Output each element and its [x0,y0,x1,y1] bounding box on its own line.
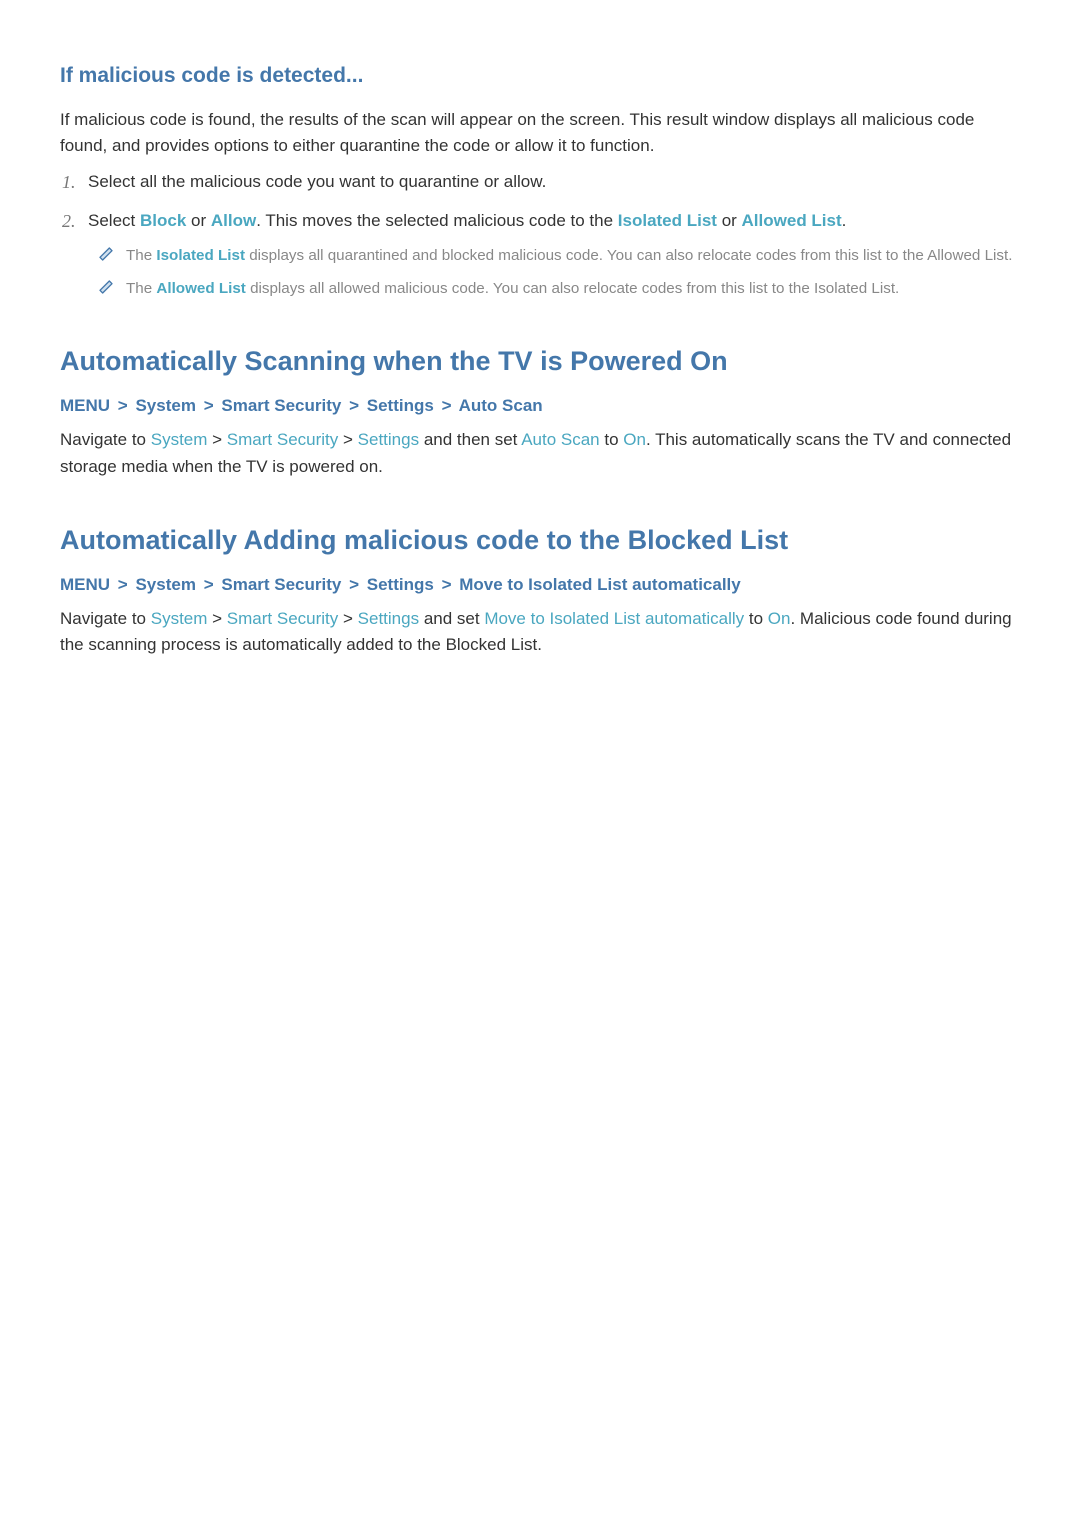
menu-path-term: Settings [358,609,419,628]
setting-term: Auto Scan [521,430,599,449]
text-fragment: > [338,609,357,628]
allowed-list-term: Allowed List [742,211,842,230]
notes-list: The Isolated List displays all quarantin… [88,244,1020,301]
text-fragment: The [126,247,156,264]
menu-path-term: Smart Security [227,609,338,628]
step-number: 1. [62,169,76,197]
breadcrumb-separator: > [118,396,128,415]
breadcrumb-item: MENU [60,396,110,415]
breadcrumb-separator: > [118,575,128,594]
breadcrumb-item: Settings [367,575,434,594]
value-term: On [623,430,646,449]
isolated-list-term: Isolated List [156,247,245,264]
menu-path-term: Settings [358,430,419,449]
breadcrumb-item: Smart Security [221,575,341,594]
breadcrumb-item: Settings [367,396,434,415]
step-text: Select Block or Allow. This moves the se… [88,211,846,230]
text-fragment: displays all allowed malicious code. You… [246,280,899,297]
text-fragment: and set [419,609,484,628]
steps-list: 1. Select all the malicious code you wan… [60,169,1020,301]
value-term: On [768,609,791,628]
breadcrumb-item: Move to Isolated List automatically [459,575,741,594]
breadcrumb-item: MENU [60,575,110,594]
text-fragment: displays all quarantined and blocked mal… [245,247,1012,264]
section1-intro: If malicious code is found, the results … [60,107,1020,160]
breadcrumb-item: Auto Scan [459,396,543,415]
block-term: Block [140,211,186,230]
allowed-list-term: Allowed List [156,280,245,297]
note-text: The Allowed List displays all allowed ma… [126,280,899,297]
breadcrumb-separator: > [349,396,359,415]
text-fragment: The [126,280,156,297]
menu-path-term: Smart Security [227,430,338,449]
breadcrumb: MENU > System > Smart Security > Setting… [60,572,1020,598]
breadcrumb-item: Smart Security [221,396,341,415]
menu-path-term: System [151,430,208,449]
breadcrumb-separator: > [204,396,214,415]
text-fragment: > [338,430,357,449]
text-fragment: Select [88,211,140,230]
allow-term: Allow [211,211,256,230]
setting-term: Move to Isolated List automatically [484,609,744,628]
text-fragment: or [717,211,742,230]
text-fragment: and then set [419,430,521,449]
text-fragment: . [842,211,847,230]
text-fragment: . This moves the selected malicious code… [256,211,618,230]
note-item: The Isolated List displays all quarantin… [126,244,1020,268]
breadcrumb-separator: > [442,396,452,415]
note-icon [98,279,114,295]
isolated-list-term: Isolated List [618,211,717,230]
step-text: Select all the malicious code you want t… [88,172,546,191]
text-fragment: to [600,430,624,449]
text-fragment: or [186,211,211,230]
breadcrumb-item: System [135,396,195,415]
breadcrumb-item: System [135,575,195,594]
note-icon [98,246,114,262]
menu-path-term: System [151,609,208,628]
breadcrumb: MENU > System > Smart Security > Setting… [60,393,1020,419]
section1-heading: If malicious code is detected... [60,60,1020,93]
text-fragment: to [744,609,768,628]
section3-heading: Automatically Adding malicious code to t… [60,520,1020,562]
step-number: 2. [62,208,76,236]
text-fragment: > [207,430,226,449]
breadcrumb-separator: > [204,575,214,594]
text-fragment: > [207,609,226,628]
note-text: The Isolated List displays all quarantin… [126,247,1012,264]
step-2: 2. Select Block or Allow. This moves the… [88,208,1020,301]
section3-paragraph: Navigate to System > Smart Security > Se… [60,606,1020,659]
step-1: 1. Select all the malicious code you wan… [88,169,1020,195]
breadcrumb-separator: > [442,575,452,594]
note-item: The Allowed List displays all allowed ma… [126,277,1020,301]
breadcrumb-separator: > [349,575,359,594]
text-fragment: Navigate to [60,609,151,628]
section2-heading: Automatically Scanning when the TV is Po… [60,341,1020,383]
section2-paragraph: Navigate to System > Smart Security > Se… [60,427,1020,480]
text-fragment: Navigate to [60,430,151,449]
